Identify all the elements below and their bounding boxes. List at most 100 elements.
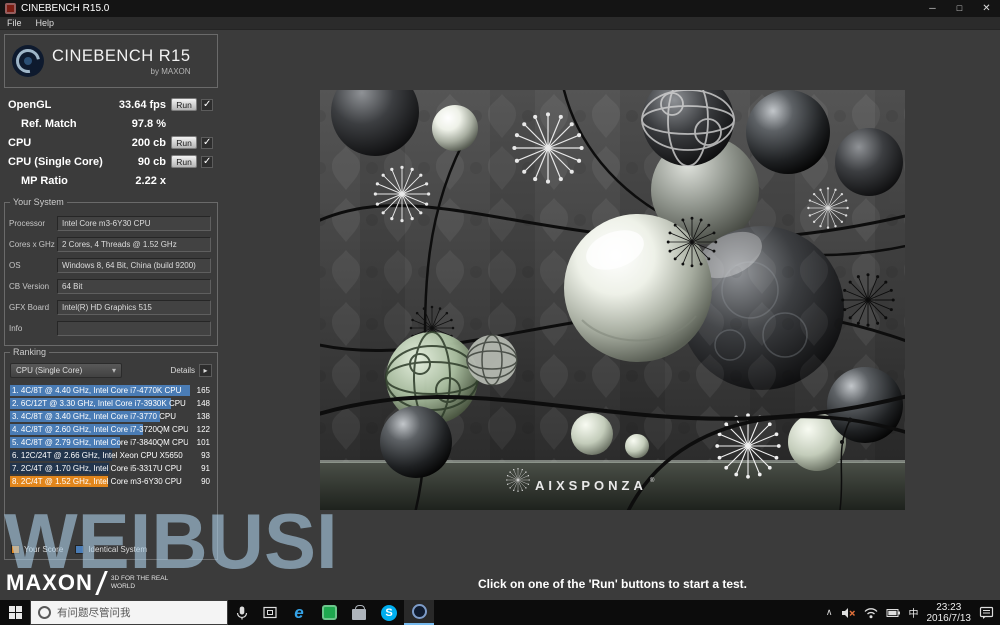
field-label: CB Version [9,282,50,291]
task-view-button[interactable] [256,600,284,625]
skype-icon: S [381,604,397,621]
field-label: Cores x GHz [9,240,55,249]
cores-ghz-field: 2 Cores, 4 Threads @ 1.52 GHz [57,237,211,252]
ranking-row[interactable]: 3. 4C/8T @ 3.40 GHz, Intel Core i7-3770 … [10,410,212,423]
cinebench-app-icon [5,3,16,14]
run-cpu-button[interactable]: Run [171,136,197,149]
field-label: OS [9,261,21,270]
ranking-row[interactable]: 8. 2C/4T @ 1.52 GHz, Intel Core m3-6Y30 … [10,475,212,488]
aixsponza-reg-mark: ® [650,477,655,484]
system-field-row: CB Version 64 Bit [5,276,217,297]
store-bag-icon [352,604,366,620]
run-opengl-button[interactable]: Run [171,98,197,111]
ranking-filter-dropdown[interactable]: CPU (Single Core) [10,363,122,378]
menu-file[interactable]: File [0,18,29,28]
window-title: CINEBENCH R15.0 [21,3,110,14]
action-center-icon[interactable] [979,606,994,620]
opengl-done-check-icon [201,98,213,111]
system-field-row: OS Windows 8, 64 Bit, China (build 9200) [5,255,217,276]
legend-identical-system-label: Identical System [88,545,147,554]
logo-title: CINEBENCH R15 [52,46,191,65]
ranking-label: 5. 4C/8T @ 2.79 GHz, Intel Core i7-3840Q… [12,438,188,447]
wifi-icon[interactable] [864,606,878,619]
benchmark-row-refmatch: Ref. Match 97.8 % [4,114,218,133]
ime-indicator[interactable]: 中 [909,605,919,620]
field-label: GFX Board [9,303,50,312]
ranking-title: Ranking [10,347,50,357]
ranking-row[interactable]: 4. 4C/8T @ 2.60 GHz, Intel Core i7-3720Q… [10,423,212,436]
ranking-score: 91 [201,464,210,473]
battery-icon[interactable] [886,606,901,619]
maximize-button[interactable]: □ [946,0,973,17]
your-system-title: Your System [10,197,67,207]
field-label: Processor [9,219,46,228]
ranking-row[interactable]: 6. 12C/24T @ 2.66 GHz, Intel Xeon CPU X5… [10,449,212,462]
menu-bar: File Help [0,17,1000,30]
ranking-score: 93 [201,451,210,460]
ranking-filter-value: CPU (Single Core) [16,366,83,375]
gfx-board-field: Intel(R) HD Graphics 515 [57,300,211,315]
cpu-single-done-check-icon [201,155,213,168]
benchmark-list: OpenGL 33.64 fps Run Ref. Match 97.8 % C… [4,95,218,190]
cinebench-logo-box: CINEBENCH R15 by MAXON [4,34,218,88]
details-button[interactable] [199,364,212,377]
green-app-button[interactable] [314,600,344,625]
search-input[interactable]: 有问题尽管问我 [30,600,228,625]
maxon-tagline: 3D FOR THE REAL WORLD [110,574,168,590]
maxon-logo: MAXON 3D FOR THE REAL WORLD [6,570,171,596]
ranking-score: 138 [196,412,210,421]
cinebench-taskbar-icon [411,604,427,619]
run-hint-text: Click on one of the 'Run' buttons to sta… [477,577,748,591]
logo-subtitle: by MAXON [150,66,191,76]
cinebench-logo-icon [12,45,44,77]
edge-browser-button[interactable]: e [284,600,314,625]
benchmark-value: 90 cb [137,155,166,168]
start-button[interactable] [0,600,30,625]
microphone-icon [236,606,248,619]
microphone-button[interactable] [228,600,256,625]
volume-muted-icon[interactable] [841,606,856,620]
benchmark-label: CPU [8,136,32,149]
ranking-row[interactable]: 1. 4C/8T @ 4.40 GHz, Intel Core i7-4770K… [10,384,212,397]
ranking-row[interactable]: 5. 4C/8T @ 2.79 GHz, Intel Core i7-3840Q… [10,436,212,449]
search-placeholder: 有问题尽管问我 [57,607,131,619]
skype-button[interactable]: S [374,600,404,625]
ranking-score: 122 [196,425,210,434]
ranking-row[interactable]: 2. 6C/12T @ 3.30 GHz, Intel Core i7-3930… [10,397,212,410]
menu-help[interactable]: Help [29,18,62,28]
ranking-row[interactable]: 7. 2C/4T @ 1.70 GHz, Intel Core i5-3317U… [10,462,212,475]
benchmark-label: OpenGL [8,98,52,111]
details-label: Details [170,366,195,375]
system-field-row: GFX Board Intel(R) HD Graphics 515 [5,297,217,318]
benchmark-label: Ref. Match [21,117,77,130]
cinebench-taskbar-button[interactable] [404,600,434,625]
legend-your-score-label: Your Score [24,545,64,554]
system-field-row: Processor Intel Core m3-6Y30 CPU [5,213,217,234]
ranking-label: 1. 4C/8T @ 4.40 GHz, Intel Core i7-4770K… [12,386,182,395]
ranking-label: 2. 6C/12T @ 3.30 GHz, Intel Core i7-3930… [12,399,186,408]
benchmark-label: CPU (Single Core) [8,155,103,168]
ranking-score: 148 [196,399,210,408]
benchmark-row-cpu: CPU 200 cb Run [4,133,218,152]
ranking-section: Ranking CPU (Single Core) Details 1. 4C/… [4,347,218,560]
field-label: Info [9,324,23,333]
benchmark-row-mpratio: MP Ratio 2.22 x [4,171,218,190]
ranking-label: 8. 2C/4T @ 1.52 GHz, Intel Core m3-6Y30 … [12,477,182,486]
system-field-row: Cores x GHz 2 Cores, 4 Threads @ 1.52 GH… [5,234,217,255]
processor-field: Intel Core m3-6Y30 CPU [57,216,211,231]
benchmark-value: 97.8 % [131,117,166,130]
clock[interactable]: 23:23 2016/7/13 [927,602,972,624]
benchmark-row-cpu-single: CPU (Single Core) 90 cb Run [4,152,218,171]
legend-swatch [75,545,85,554]
ranking-header: CPU (Single Core) Details [10,363,212,378]
cb-version-field: 64 Bit [57,279,211,294]
store-button[interactable] [344,600,374,625]
ranking-label: 6. 12C/24T @ 2.66 GHz, Intel Xeon CPU X5… [12,451,183,460]
close-button[interactable]: ✕ [973,0,1000,17]
minimize-button[interactable]: ─ [919,0,946,17]
green-app-icon [321,605,337,620]
maxon-brand: MAXON [6,570,93,595]
tray-expand-chevron-icon[interactable]: ∧ [826,607,833,618]
run-cpu-single-button[interactable]: Run [171,155,197,168]
tray-date: 2016/7/13 [926,612,972,624]
